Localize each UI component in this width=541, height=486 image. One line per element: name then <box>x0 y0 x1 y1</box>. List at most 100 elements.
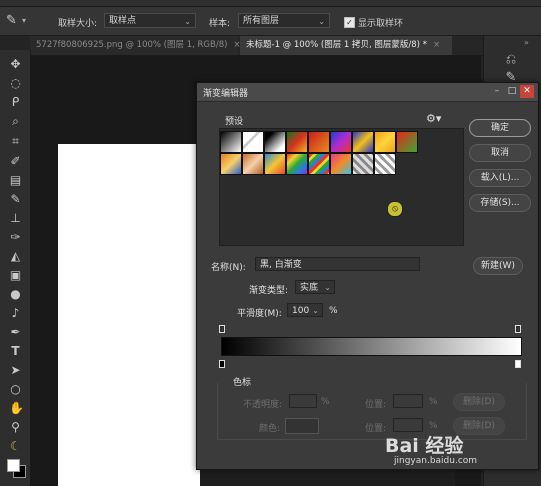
preset-swatch[interactable] <box>330 131 352 153</box>
stamp-tool-icon[interactable]: ⊥ <box>9 212 22 225</box>
foreground-color-swatch[interactable] <box>7 459 20 472</box>
maximize-icon[interactable]: □ <box>505 85 519 98</box>
gradient-type-dropdown[interactable]: 实底 ⌄ <box>295 280 335 294</box>
document-tabs: 5727f80806925.png @ 100% (图层 1, RGB/8) × … <box>30 36 541 56</box>
opacity-unit: % <box>321 397 330 407</box>
menu-bar <box>0 0 541 7</box>
preset-swatch[interactable] <box>396 131 418 153</box>
tab-label: 5727f80806925.png @ 100% (图层 1, RGB/8) <box>36 40 228 50</box>
zoom-tool-icon[interactable]: ⚲ <box>9 421 22 434</box>
eyedropper-preset-icon[interactable]: ✎ <box>6 13 17 28</box>
sample-dropdown[interactable]: 所有图层 ⌄ <box>238 13 330 28</box>
sample-value: 所有图层 <box>243 16 280 26</box>
preset-caret-icon[interactable]: ▾ <box>22 16 26 25</box>
color-swatch <box>285 418 319 434</box>
history-panel-icon[interactable]: ⎌ <box>503 52 519 68</box>
type-tool-icon[interactable]: T <box>9 345 22 358</box>
color-stop-left[interactable] <box>219 360 225 368</box>
chevron-down-icon: ⌄ <box>318 17 325 26</box>
preset-swatch[interactable] <box>308 153 330 175</box>
preset-swatch[interactable] <box>286 153 308 175</box>
lasso-tool-icon[interactable]: ᑭ <box>9 96 22 109</box>
smoothness-label: 平滑度(M): <box>237 309 282 319</box>
show-ring-checkbox[interactable]: ✓ <box>344 17 355 28</box>
opacity-stop-left[interactable] <box>219 325 225 333</box>
history-brush-tool-icon[interactable]: ✑ <box>9 231 22 244</box>
close-icon[interactable]: ✕ <box>520 85 534 98</box>
opacity-stop-right[interactable] <box>515 325 521 333</box>
move-tool-icon[interactable]: ✥ <box>9 58 22 71</box>
smoothness-value: 100 <box>292 306 310 316</box>
no-entry-cursor-icon: ⦸ <box>387 201 403 217</box>
dialog-title-bar: 渐变编辑器 – □ ✕ <box>197 83 538 102</box>
tab-document-2[interactable]: 未标题-1 @ 100% (图层 1 拷贝, 图层蒙版/8) * × <box>240 36 452 55</box>
color-label: 颜色: <box>259 424 281 434</box>
canvas-image-strip <box>200 468 455 486</box>
healing-brush-tool-icon[interactable]: ▤ <box>9 174 22 187</box>
name-label: 名称(N): <box>211 263 246 273</box>
preset-swatch[interactable] <box>374 153 396 175</box>
gradient-type-value: 实底 <box>300 283 319 293</box>
sample-size-value: 取样点 <box>109 16 137 26</box>
blur-tool-icon[interactable]: ● <box>9 288 22 301</box>
new-button[interactable]: 新建(W) <box>473 257 523 275</box>
gradient-tool-icon[interactable]: ▣ <box>9 269 22 282</box>
tab-label: 未标题-1 @ 100% (图层 1 拷贝, 图层蒙版/8) * <box>246 40 427 50</box>
preset-swatch[interactable] <box>220 131 242 153</box>
pen-tool-icon[interactable]: ✒ <box>9 326 22 339</box>
preset-swatch[interactable] <box>330 153 352 175</box>
marquee-tool-icon[interactable]: ◌ <box>9 77 22 90</box>
chevron-down-icon: ⌄ <box>184 17 191 26</box>
minimize-icon[interactable]: – <box>490 85 504 98</box>
quick-select-tool-icon[interactable]: ⌕ <box>9 115 22 128</box>
opacity-input <box>289 394 317 408</box>
baidu-watermark-logo: Bai 经验 <box>385 435 464 457</box>
save-button[interactable]: 存储(S)... <box>469 194 531 212</box>
watermark-url: jingyan.baidu.com <box>394 456 478 466</box>
shape-tool-icon[interactable]: ○ <box>9 383 22 396</box>
preset-swatch[interactable] <box>374 131 396 153</box>
sample-label: 样本: <box>209 19 231 29</box>
cancel-button[interactable]: 取消 <box>469 144 531 162</box>
ok-button[interactable]: 确定 <box>469 119 531 137</box>
sample-size-label: 取样大小: <box>58 19 98 29</box>
presets-label: 预设 <box>225 117 244 127</box>
crop-tool-icon[interactable]: ⌗ <box>9 135 22 148</box>
document-canvas[interactable] <box>58 144 200 486</box>
edit-toolbar-icon[interactable]: ☾ <box>9 440 22 453</box>
gradient-preview-bar[interactable] <box>221 337 522 356</box>
preset-swatch[interactable] <box>242 153 264 175</box>
show-ring-label: 显示取样环 <box>358 19 404 29</box>
tab-document-1[interactable]: 5727f80806925.png @ 100% (图层 1, RGB/8) × <box>30 36 241 55</box>
opacity-location-label: 位置: <box>365 400 387 410</box>
preset-swatch[interactable] <box>352 131 374 153</box>
delete-opacity-stop-button: 删除(D) <box>453 393 505 411</box>
sample-size-dropdown[interactable]: 取样点 ⌄ <box>104 13 196 28</box>
preset-swatch[interactable] <box>308 131 330 153</box>
close-icon[interactable]: × <box>433 40 440 50</box>
presets-gear-icon[interactable]: ⚙▾ <box>426 112 441 125</box>
preset-swatch[interactable] <box>264 153 286 175</box>
load-button[interactable]: 载入(L)... <box>469 169 531 187</box>
name-input[interactable]: 黑, 白渐变 <box>255 257 420 271</box>
opacity-location-unit: % <box>429 397 438 407</box>
hand-tool-icon[interactable]: ✋ <box>9 402 24 415</box>
color-stop-right[interactable] <box>515 360 521 368</box>
color-location-unit: % <box>429 421 438 431</box>
color-location-input <box>393 418 423 432</box>
eyedropper-tool-icon[interactable]: ✐ <box>9 155 22 168</box>
preset-swatch[interactable] <box>242 131 264 153</box>
gradient-editor-dialog: 渐变编辑器 – □ ✕ 预设 ⚙▾ ⦸ 确定 取消 载入(L)... 存储(S)… <box>196 82 539 470</box>
preset-swatch[interactable] <box>220 153 242 175</box>
dodge-tool-icon[interactable]: ♪ <box>9 307 22 320</box>
panel-collapse-icon[interactable]: » <box>524 38 529 47</box>
chevron-down-icon: ⌄ <box>312 306 319 315</box>
brush-tool-icon[interactable]: ✎ <box>9 193 22 206</box>
path-select-tool-icon[interactable]: ➤ <box>9 364 22 377</box>
eraser-tool-icon[interactable]: ◭ <box>9 250 22 263</box>
preset-swatch[interactable] <box>352 153 374 175</box>
smoothness-input[interactable]: 100 ⌄ <box>287 303 323 317</box>
preset-swatch[interactable] <box>264 131 286 153</box>
preset-swatch[interactable] <box>286 131 308 153</box>
chevron-down-icon: ⌄ <box>324 283 331 292</box>
